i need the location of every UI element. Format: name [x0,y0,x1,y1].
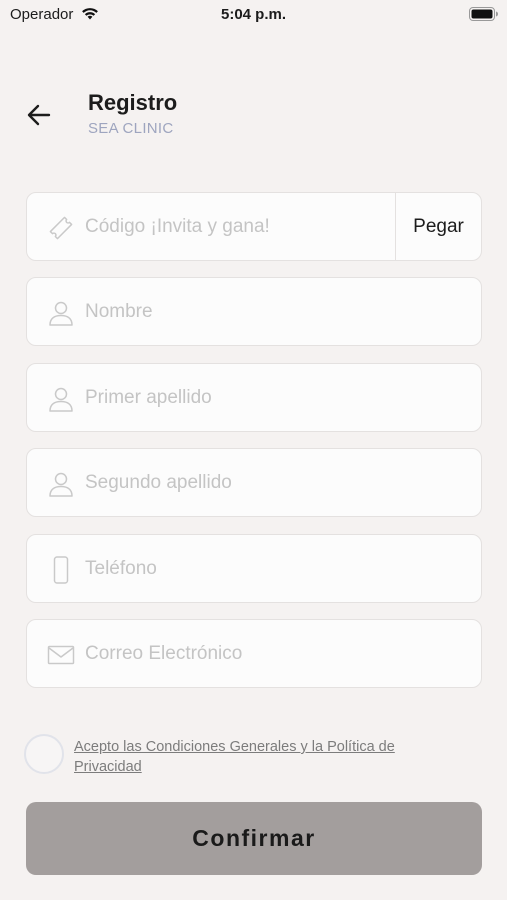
invite-code-field: Pegar [26,192,482,261]
header: Registro SEA CLINIC [0,90,507,140]
confirm-button[interactable]: Confirmar [26,802,482,875]
back-button[interactable] [24,100,54,130]
invite-code-input[interactable] [85,193,385,260]
arrow-left-icon [27,104,51,126]
user-icon [47,299,75,327]
email-field [26,619,482,688]
phone-field [26,534,482,603]
ticket-icon [47,214,75,242]
second-surname-input[interactable] [85,449,415,516]
page-subtitle: SEA CLINIC [88,120,174,137]
first-surname-field [26,363,482,432]
terms-link[interactable]: Acepto las Condiciones Generales y la Po… [74,737,454,777]
email-input[interactable] [85,620,415,687]
name-input[interactable] [85,278,415,345]
phone-input[interactable] [85,535,415,602]
user-icon [47,385,75,413]
page-title: Registro [88,90,178,115]
envelope-icon [47,641,75,669]
terms-checkbox[interactable] [24,734,64,774]
first-surname-input[interactable] [85,364,415,431]
phone-icon [47,556,75,584]
battery-icon [469,7,499,25]
clock: 5:04 p.m. [220,6,287,23]
status-bar: Operador 5:04 p.m. [0,0,507,30]
second-surname-field [26,448,482,517]
name-field [26,277,482,346]
user-icon [47,470,75,498]
paste-button[interactable]: Pegar [395,193,481,260]
